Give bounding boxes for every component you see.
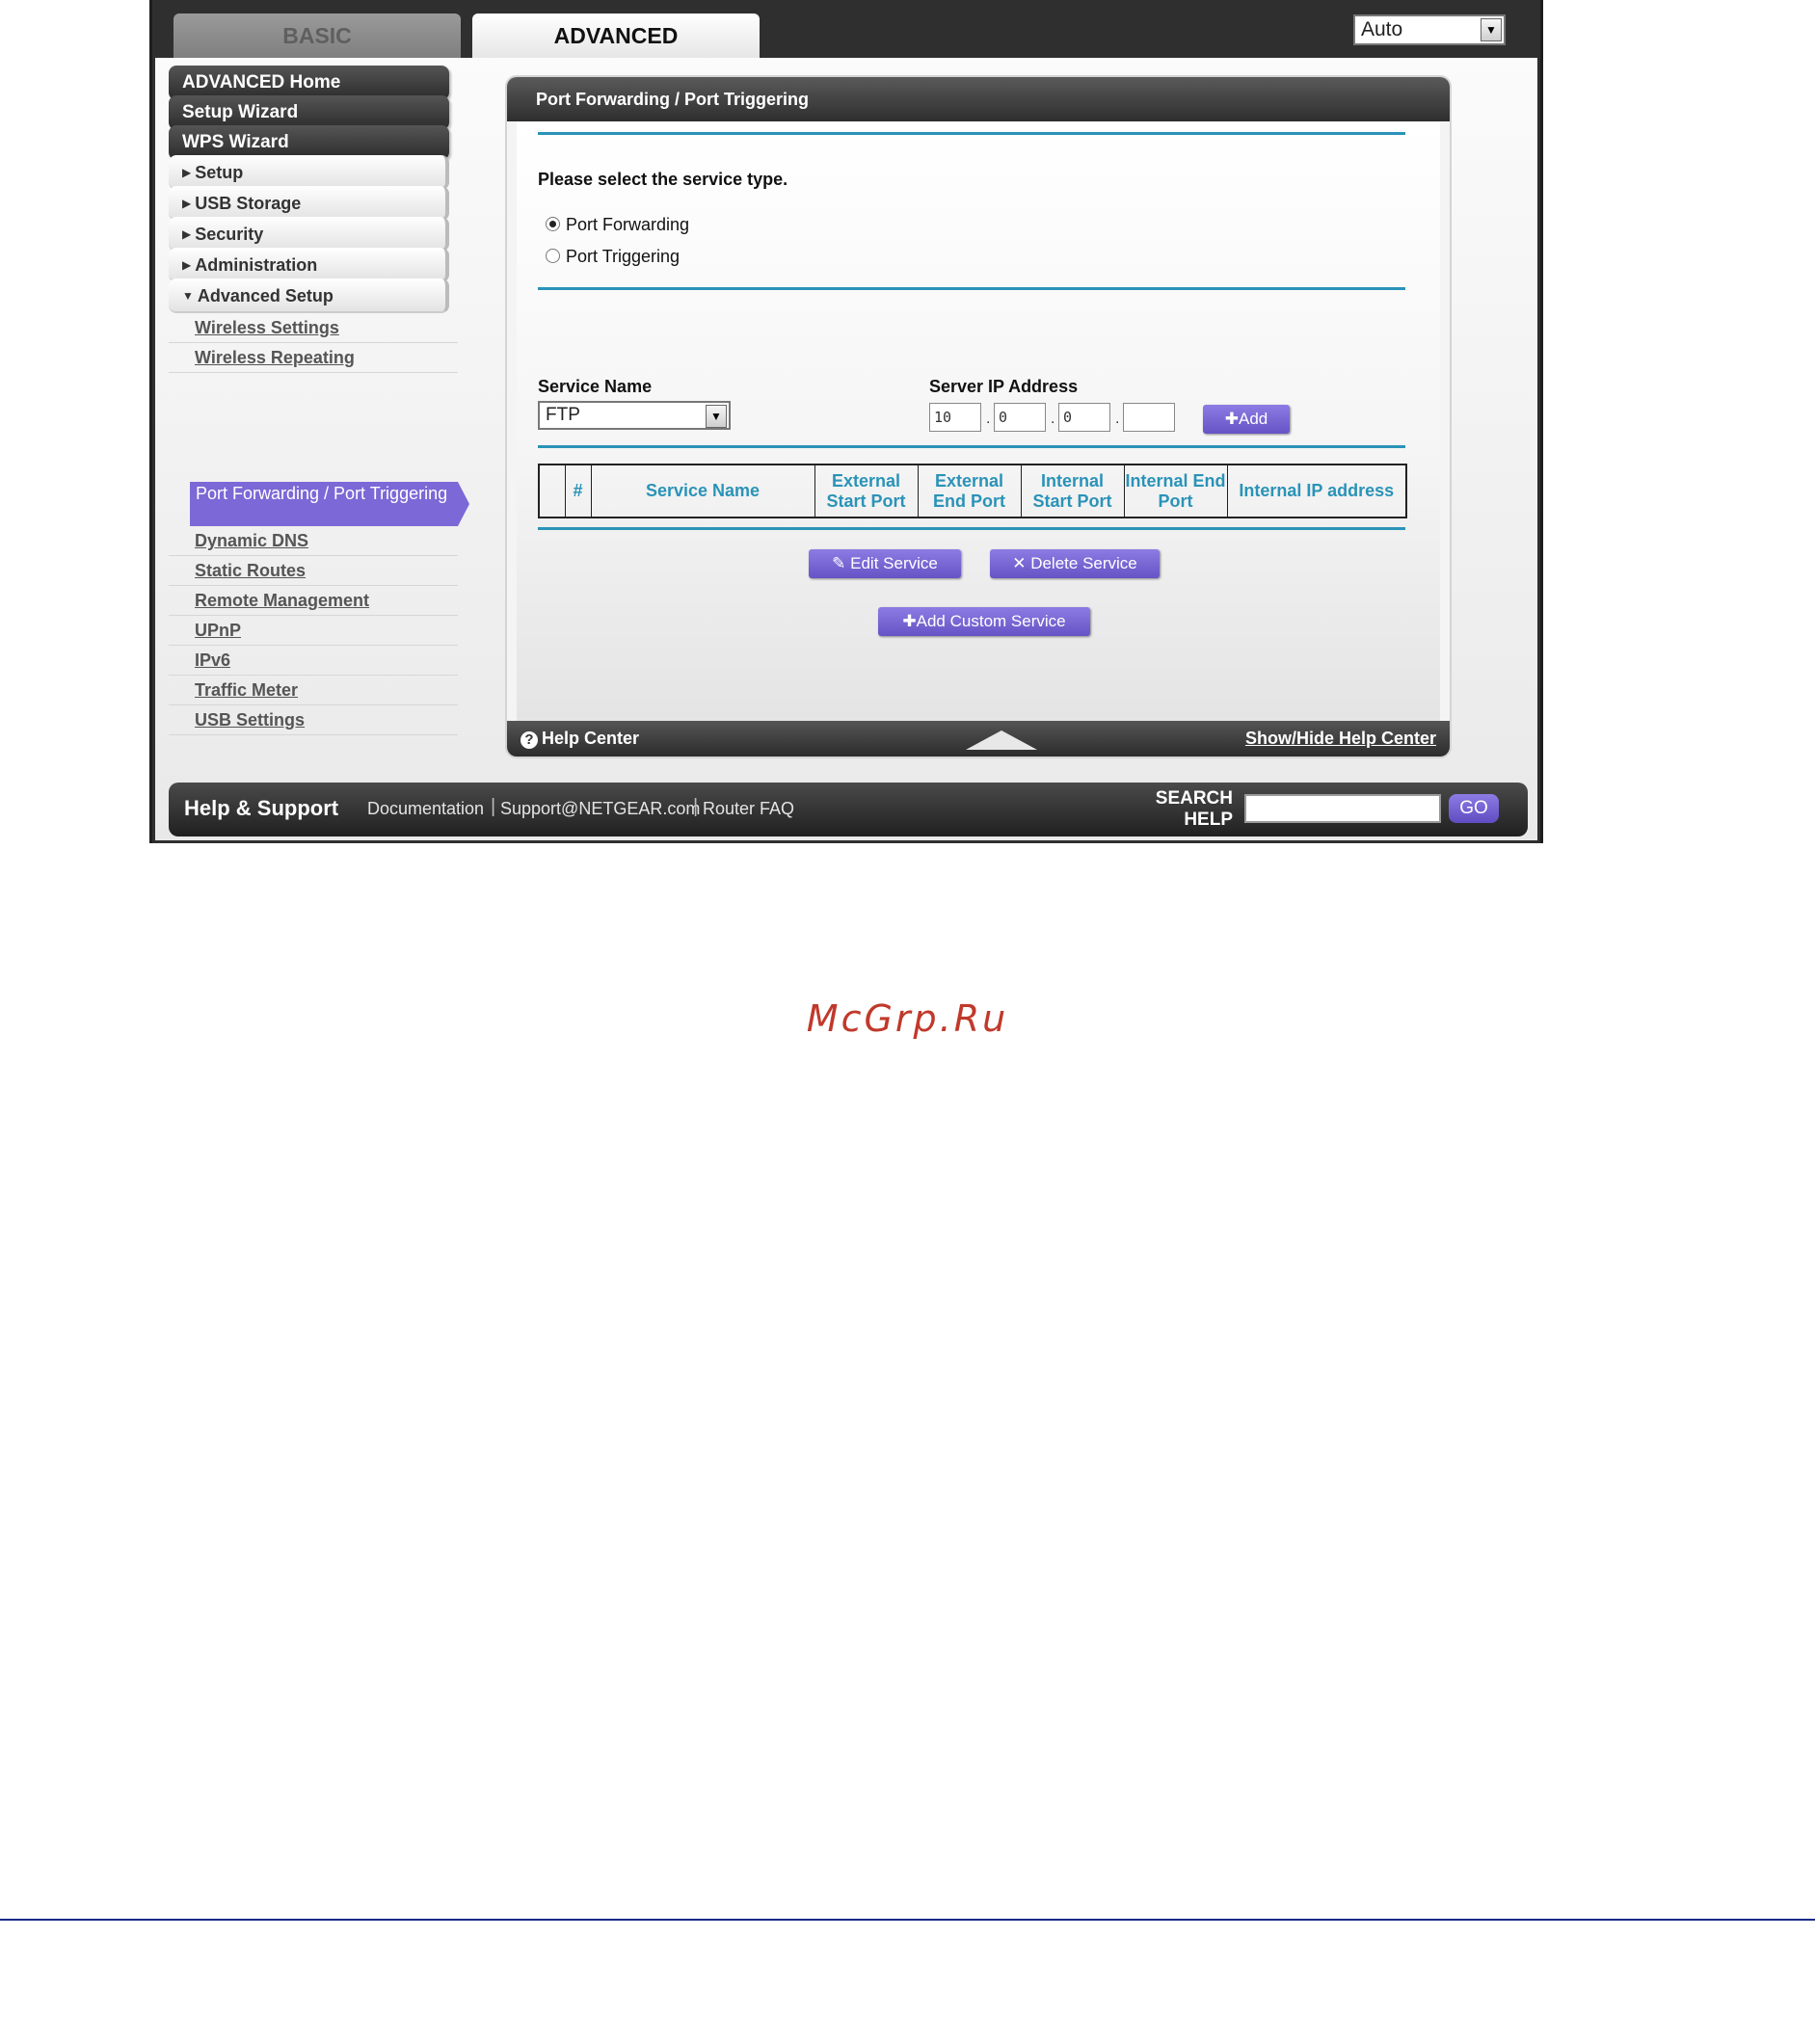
server-ip-label: Server IP Address — [929, 377, 1079, 396]
radio-port-triggering[interactable]: Port Triggering — [546, 247, 680, 267]
ip-octet-2-input[interactable]: 0 — [994, 403, 1046, 432]
page-divider — [0, 1919, 1815, 1921]
ip-octet-4-input[interactable] — [1123, 403, 1175, 432]
ip-separator: . — [986, 411, 991, 427]
search-label-line-1: SEARCH — [1155, 788, 1233, 809]
table-header-external-end-port: External End Port — [917, 464, 1022, 518]
divider — [538, 527, 1405, 530]
content-area: ADVANCED Home Setup Wizard WPS Wizard ▶ S… — [155, 58, 1537, 840]
show-hide-help-link[interactable]: Show/Hide Help Center — [1245, 721, 1436, 757]
router-admin-window: BASIC ADVANCED Auto ▼ ADVANCED Home Setu… — [149, 0, 1543, 843]
nav-section-label: USB Storage — [195, 194, 302, 213]
help-center-label: Help Center — [542, 729, 640, 748]
ip-separator: . — [1115, 411, 1120, 427]
radio-port-forwarding[interactable]: Port Forwarding — [546, 215, 689, 235]
help-icon: ? — [520, 731, 538, 749]
service-name-select[interactable]: FTP ▼ — [538, 401, 731, 430]
tab-advanced[interactable]: ADVANCED — [472, 13, 760, 58]
documentation-link[interactable]: Documentation — [367, 799, 484, 819]
table-header-row: # Service Name External Start Port Exter… — [538, 464, 1407, 518]
sidebar-item-ipv6[interactable]: IPv6 — [169, 646, 458, 676]
help-support-footer: Help & Support Documentation | Support@N… — [169, 783, 1528, 836]
router-faq-link[interactable]: Router FAQ — [703, 799, 794, 819]
delete-service-label: Delete Service — [1030, 554, 1137, 572]
radio-label: Port Triggering — [566, 247, 681, 266]
nav-section-security[interactable]: ▶ Security — [169, 217, 449, 252]
language-select[interactable]: Auto ▼ — [1353, 14, 1506, 45]
add-custom-service-button[interactable]: ✚Add Custom Service — [878, 607, 1090, 636]
pencil-icon: ✎ — [832, 554, 846, 572]
add-button-label: Add — [1239, 410, 1268, 428]
expand-arrow-icon: ▶ — [182, 197, 192, 210]
language-select-value: Auto — [1361, 18, 1403, 40]
link-separator: | — [491, 796, 496, 817]
panel-body: Please select the service type. Port For… — [517, 121, 1440, 721]
sidebar-item-usb-settings[interactable]: USB Settings — [169, 705, 458, 735]
chevron-down-icon[interactable]: ▼ — [706, 405, 727, 428]
table-header-select — [538, 464, 566, 518]
sidebar-item-static-routes[interactable]: Static Routes — [169, 556, 458, 586]
sidebar-item-upnp[interactable]: UPnP — [169, 616, 458, 646]
nav-section-usb-storage[interactable]: ▶ USB Storage — [169, 186, 449, 221]
divider — [538, 287, 1405, 290]
collapse-arrow-icon: ▼ — [182, 289, 194, 303]
search-help-label: SEARCH HELP — [1150, 788, 1233, 831]
link-separator: | — [693, 796, 699, 817]
help-center-bar: ? Help Center Show/Hide Help Center — [507, 721, 1450, 757]
footer-title: Help & Support — [184, 796, 339, 820]
table-header-internal-start-port: Internal Start Port — [1020, 464, 1125, 518]
tab-basic[interactable]: BASIC — [173, 13, 461, 58]
radio-unchecked-icon[interactable] — [546, 249, 560, 263]
service-name-label: Service Name — [538, 377, 653, 396]
nav-section-label: Advanced Setup — [197, 286, 334, 305]
divider — [538, 445, 1405, 448]
expand-up-icon[interactable] — [966, 730, 1037, 750]
radio-checked-icon[interactable] — [546, 217, 560, 231]
watermark-text: McGrp.Ru — [806, 997, 1009, 1040]
nav-section-label: Security — [195, 225, 264, 244]
sidebar-item-dynamic-dns[interactable]: Dynamic DNS — [169, 526, 458, 556]
nav-section-administration[interactable]: ▶ Administration — [169, 248, 449, 282]
support-email-link[interactable]: Support@NETGEAR.com — [500, 799, 700, 819]
table-header-internal-end-port: Internal End Port — [1123, 464, 1228, 518]
add-custom-service-label: Add Custom Service — [916, 612, 1066, 630]
ip-separator: . — [1051, 411, 1055, 427]
close-icon: ✕ — [1012, 554, 1027, 572]
nav-section-label: Setup — [195, 163, 244, 182]
nav-section-setup[interactable]: ▶ Setup — [169, 155, 449, 190]
port-forwarding-panel: Port Forwarding / Port Triggering Please… — [507, 77, 1450, 757]
ip-octet-1-input[interactable]: 10 — [929, 403, 981, 432]
ip-octet-3-input[interactable]: 0 — [1058, 403, 1110, 432]
table-header-service-name: Service Name — [590, 464, 815, 518]
sidebar-item-remote-management[interactable]: Remote Management — [169, 586, 458, 616]
search-label-line-2: HELP — [1184, 810, 1233, 830]
plus-icon: ✚ — [902, 612, 917, 630]
divider — [538, 132, 1405, 135]
panel-title: Port Forwarding / Port Triggering — [507, 77, 1450, 121]
expand-arrow-icon: ▶ — [182, 227, 192, 241]
plus-icon: ✚ — [1224, 410, 1239, 428]
table-header-index: # — [564, 464, 592, 518]
service-type-prompt: Please select the service type. — [538, 170, 788, 189]
search-input[interactable] — [1244, 794, 1441, 823]
expand-arrow-icon: ▶ — [182, 258, 192, 272]
sidebar-item-port-forwarding[interactable]: Port Forwarding / Port Triggering — [190, 482, 469, 526]
services-table: # Service Name External Start Port Exter… — [538, 464, 1407, 518]
go-button[interactable]: GO — [1449, 794, 1499, 823]
sidebar-item-wireless-settings[interactable]: Wireless Settings — [169, 313, 458, 343]
edit-service-button[interactable]: ✎ Edit Service — [809, 549, 961, 578]
radio-label: Port Forwarding — [566, 215, 690, 234]
sidebar-item-wireless-repeating[interactable]: Wireless Repeating — [169, 343, 458, 373]
add-button[interactable]: ✚Add — [1203, 405, 1290, 434]
nav-section-advanced-setup[interactable]: ▼ Advanced Setup — [169, 279, 449, 313]
nav-section-label: Administration — [195, 255, 318, 275]
table-header-external-start-port: External Start Port — [814, 464, 919, 518]
table-header-internal-ip: Internal IP address — [1226, 464, 1407, 518]
delete-service-button[interactable]: ✕ Delete Service — [990, 549, 1160, 578]
edit-service-label: Edit Service — [850, 554, 938, 572]
sidebar-item-traffic-meter[interactable]: Traffic Meter — [169, 676, 458, 705]
service-name-value: FTP — [546, 405, 580, 425]
expand-arrow-icon: ▶ — [182, 166, 192, 179]
chevron-down-icon[interactable]: ▼ — [1481, 18, 1502, 41]
